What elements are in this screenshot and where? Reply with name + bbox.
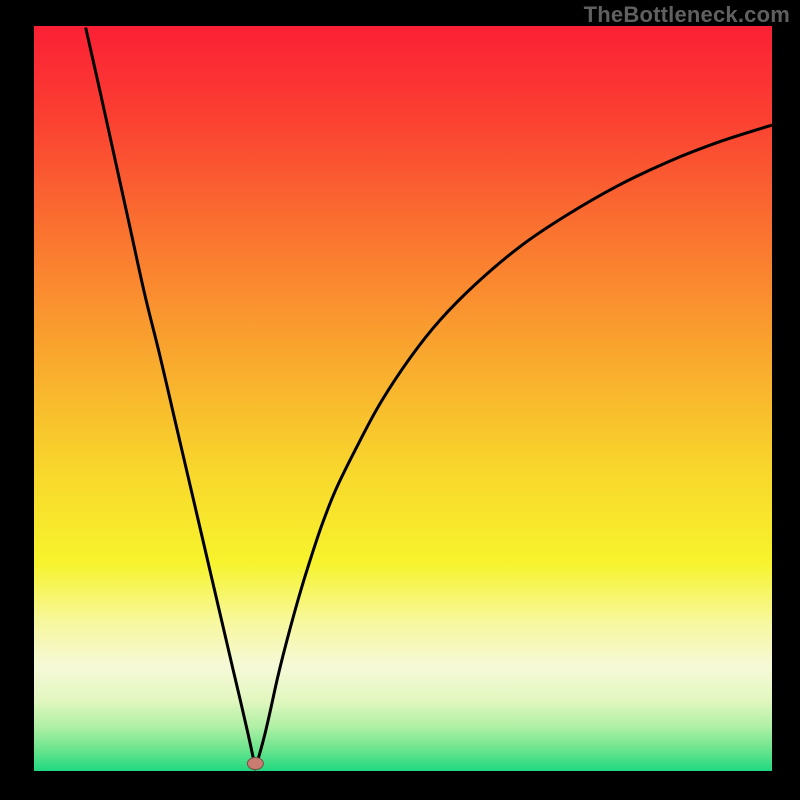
watermark-text: TheBottleneck.com xyxy=(584,2,790,28)
gradient-background xyxy=(34,26,772,771)
chart-svg xyxy=(34,26,772,771)
optimal-point-marker xyxy=(247,758,263,770)
chart-frame: TheBottleneck.com xyxy=(0,0,800,800)
plot-area xyxy=(34,26,772,771)
